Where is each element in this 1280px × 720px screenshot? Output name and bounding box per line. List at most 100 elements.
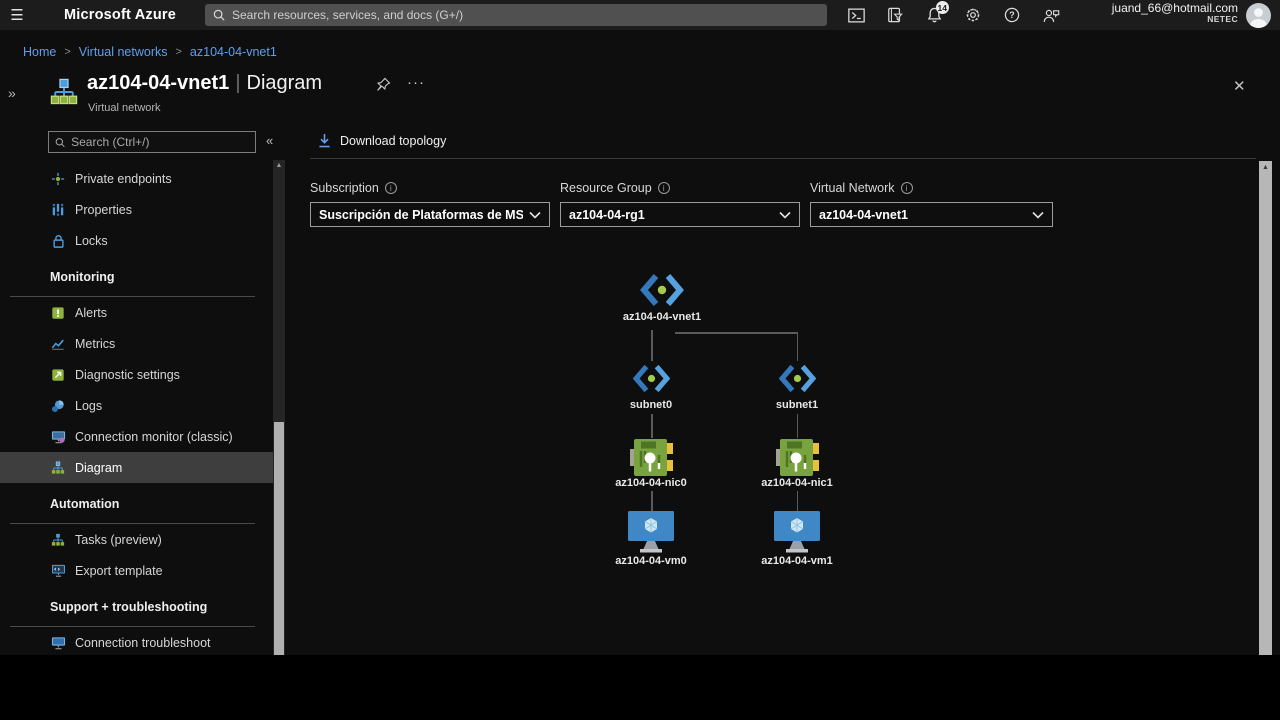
pin-icon[interactable]	[376, 77, 391, 97]
global-search[interactable]	[205, 4, 827, 26]
brand-title[interactable]: Microsoft Azure	[64, 7, 176, 23]
sidebar-item-label: Export template	[75, 564, 163, 578]
sidebar-scrollbar-thumb[interactable]	[274, 422, 284, 655]
breadcrumb-vnet[interactable]: az104-04-vnet1	[190, 45, 277, 59]
vm1-node-icon[interactable]	[773, 510, 821, 559]
sidebar-item-logs[interactable]: Logs	[0, 390, 273, 421]
subscription-label: Subscriptioni	[310, 181, 550, 195]
breadcrumb-home[interactable]: Home	[23, 45, 56, 59]
context-pane-expander[interactable]: »	[8, 85, 16, 101]
breadcrumb-separator: >	[64, 46, 70, 58]
sidebar-item-label: Metrics	[75, 337, 115, 351]
breadcrumb-virtual-networks[interactable]: Virtual networks	[79, 45, 168, 59]
breadcrumb: Home > Virtual networks > az104-04-vnet1	[23, 45, 277, 59]
sidebar-nav: Private endpoints Properties Locks Monit…	[0, 163, 273, 655]
sidebar-item-label: Connection troubleshoot	[75, 636, 211, 650]
virtual-network-label: Virtual Networki	[810, 181, 1053, 195]
sidebar-item-tasks[interactable]: Tasks (preview)	[0, 524, 273, 555]
page-title-resource: az104-04-vnet1	[87, 72, 229, 94]
help-icon[interactable]: ?	[1001, 4, 1023, 26]
connection-monitor-icon	[50, 429, 66, 445]
chevron-down-icon	[529, 206, 541, 224]
app-window: ☰ Microsoft Azure	[0, 0, 1280, 655]
sidebar-item-connection-monitor[interactable]: Connection monitor (classic)	[0, 421, 273, 452]
page-title: az104-04-vnet1|Diagram	[87, 72, 322, 95]
sidebar-item-export-template[interactable]: Export template	[0, 555, 273, 586]
subscription-dropdown[interactable]: Suscripción de Plataformas de MS...	[310, 202, 550, 227]
connector-nic1-vm1	[797, 491, 799, 511]
cloud-shell-icon[interactable]	[845, 4, 867, 26]
sidebar-item-locks[interactable]: Locks	[0, 225, 273, 256]
vm0-node-label[interactable]: az104-04-vm0	[581, 555, 721, 567]
sidebar-item-private-endpoints[interactable]: Private endpoints	[0, 163, 273, 194]
directory-filter-icon[interactable]	[884, 4, 906, 26]
letterbox-bottom	[0, 655, 1280, 720]
resource-group-label: Resource Groupi	[560, 181, 800, 195]
connector-vnet-subnet1-h	[675, 332, 798, 334]
sidebar-item-label: Locks	[75, 234, 108, 248]
vm1-node-label[interactable]: az104-04-vm1	[727, 555, 867, 567]
vm0-node-icon[interactable]	[627, 510, 675, 559]
notification-count-badge: 14	[936, 1, 949, 14]
sidebar-item-diagnostic-settings[interactable]: Diagnostic settings	[0, 359, 273, 390]
subscription-filter: Subscriptioni Suscripción de Plataformas…	[310, 181, 550, 227]
sidebar-item-label: Alerts	[75, 306, 107, 320]
connector-nic0-vm0	[651, 491, 653, 511]
virtual-network-resource-icon	[50, 78, 78, 111]
metrics-icon	[50, 336, 66, 352]
account-info[interactable]: juand_66@hotmail.com NETEC	[1112, 2, 1238, 25]
settings-gear-icon[interactable]	[962, 4, 984, 26]
download-topology-button[interactable]: Download topology	[318, 133, 446, 148]
sidebar-item-label: Diagram	[75, 461, 122, 475]
resource-group-value: az104-04-rg1	[569, 208, 773, 222]
virtual-network-dropdown[interactable]: az104-04-vnet1	[810, 202, 1053, 227]
vnet-node-label[interactable]: az104-04-vnet1	[592, 311, 732, 323]
subnet1-node-icon[interactable]	[777, 362, 818, 400]
chevron-down-icon	[1032, 206, 1044, 224]
subnet0-node-label[interactable]: subnet0	[581, 399, 721, 411]
more-options-icon[interactable]: ···	[407, 74, 425, 91]
toolbar-divider	[310, 158, 1256, 159]
diagram-icon	[50, 460, 66, 476]
scroll-up-icon[interactable]: ▲	[1259, 164, 1272, 171]
sidebar-item-metrics[interactable]: Metrics	[0, 328, 273, 359]
sidebar-item-diagram[interactable]: Diagram	[0, 452, 273, 483]
sidebar-search[interactable]	[48, 131, 256, 153]
avatar[interactable]	[1246, 3, 1271, 28]
sidebar-item-label: Tasks (preview)	[75, 533, 162, 547]
download-icon	[318, 133, 331, 148]
breadcrumb-separator: >	[175, 46, 181, 58]
tasks-icon	[50, 532, 66, 548]
connector-subnet0-nic0	[651, 414, 653, 438]
info-icon: i	[385, 182, 397, 194]
scroll-up-icon[interactable]: ▲	[273, 162, 285, 169]
sidebar-collapse-icon[interactable]: «	[266, 133, 273, 148]
nic1-node-label[interactable]: az104-04-nic1	[727, 477, 867, 489]
connector-vnet-subnet0	[651, 330, 653, 361]
nic0-node-label[interactable]: az104-04-nic0	[581, 477, 721, 489]
close-icon[interactable]: ✕	[1233, 77, 1246, 95]
sidebar-scrollbar[interactable]: ▲	[273, 160, 285, 655]
properties-icon	[50, 202, 66, 218]
sidebar-section-automation: Automation	[0, 483, 273, 524]
global-search-input[interactable]	[232, 8, 819, 22]
hamburger-menu-icon[interactable]: ☰	[0, 6, 34, 24]
main-scrollbar[interactable]: ▲	[1259, 161, 1272, 655]
connector-vnet-subnet1-v	[797, 332, 799, 361]
search-icon	[55, 137, 65, 148]
subnet0-node-icon[interactable]	[631, 362, 672, 400]
resource-group-dropdown[interactable]: az104-04-rg1	[560, 202, 800, 227]
page-subtitle: Virtual network	[88, 102, 161, 114]
sidebar-item-label: Logs	[75, 399, 102, 413]
chevron-down-icon	[779, 206, 791, 224]
subnet1-node-label[interactable]: subnet1	[727, 399, 867, 411]
sidebar-item-alerts[interactable]: Alerts	[0, 297, 273, 328]
resource-group-filter: Resource Groupi az104-04-rg1	[560, 181, 800, 227]
feedback-icon[interactable]	[1040, 4, 1062, 26]
topbar-icons: 14 ?	[845, 0, 1062, 30]
vnet-node-icon[interactable]	[638, 271, 686, 314]
sidebar-item-properties[interactable]: Properties	[0, 194, 273, 225]
sidebar-item-connection-troubleshoot[interactable]: Connection troubleshoot	[0, 627, 273, 655]
notifications-bell-icon[interactable]: 14	[923, 4, 945, 26]
sidebar-search-input[interactable]	[71, 135, 249, 149]
